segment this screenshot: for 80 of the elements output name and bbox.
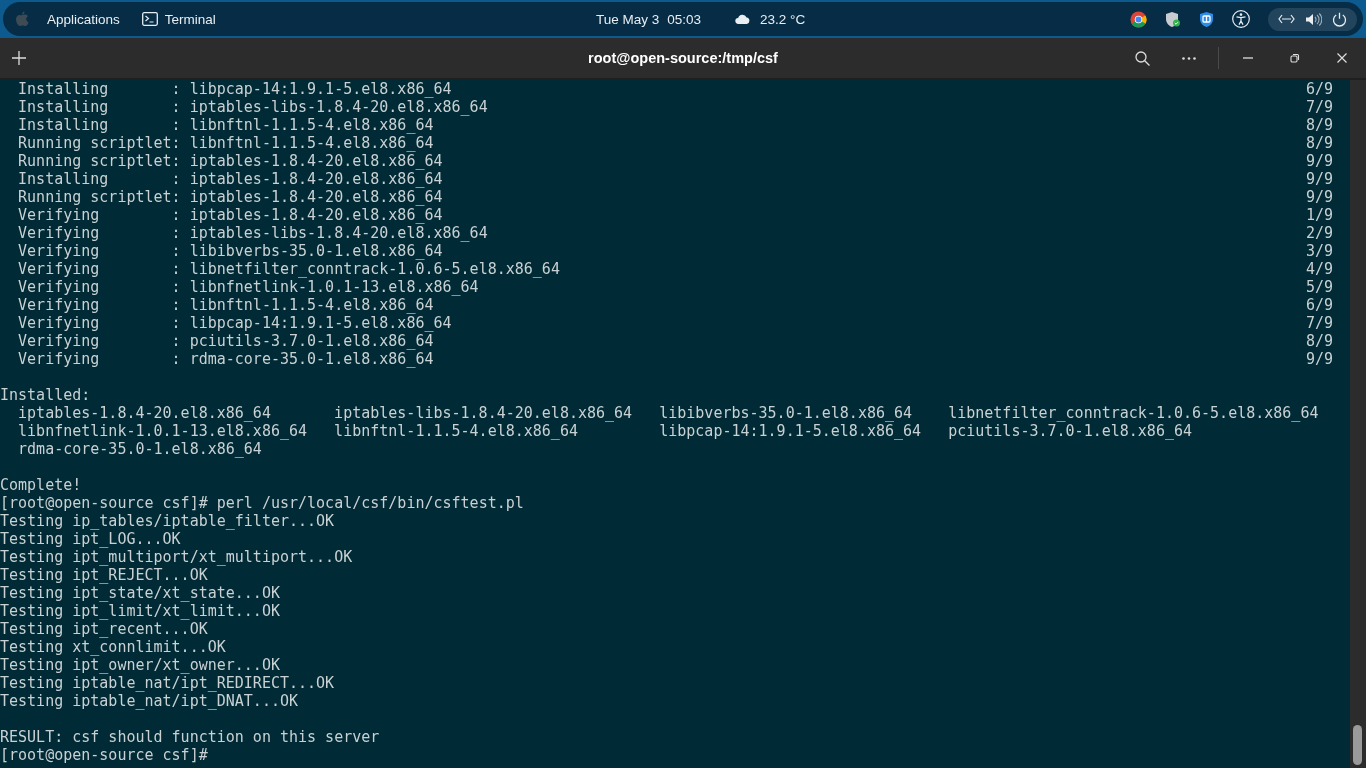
transaction-line: Verifying : iptables-libs-1.8.4-20.el8.x86_64: [17, 224, 488, 242]
package-name: libnetfilter_conntrack-1.0.6-5.el8.x86_64: [948, 404, 1319, 422]
package-name: libibverbs-35.0-1.el8.x86_64: [659, 404, 914, 422]
search-icon: [1134, 50, 1150, 66]
step-counter: 3/9: [1305, 242, 1333, 260]
transaction-line: Installing : libnftnl-1.1.5-4.el8.x86_64: [17, 116, 434, 134]
output-line: Testing ipt_REJECT...OK: [0, 566, 208, 584]
browser-icon[interactable]: [1130, 10, 1147, 28]
step-counter: 8/9: [1305, 116, 1333, 134]
volume-icon: [1305, 12, 1322, 26]
step-counter: 2/9: [1305, 224, 1333, 242]
step-counter: 4/9: [1305, 260, 1333, 278]
step-counter: 6/9: [1305, 296, 1333, 314]
output-line: Testing ipt_limit/xt_limit...OK: [0, 602, 280, 620]
step-counter: 9/9: [1305, 188, 1333, 206]
window-title: root@open-source:/tmp/csf: [588, 50, 778, 66]
cloud-icon: [735, 14, 751, 24]
output-line: Testing ipt_multiport/xt_multiport...OK: [0, 548, 353, 566]
transaction-line: Installing : iptables-libs-1.8.4-20.el8.x86_64: [17, 98, 488, 116]
restore-icon: [1290, 53, 1300, 63]
transaction-line: Verifying : rdma-core-35.0-1.el8.x86_64: [17, 350, 434, 368]
close-icon: [1337, 53, 1347, 63]
output-line: RESULT: csf should function on this server: [0, 728, 380, 746]
step-counter: 9/9: [1305, 170, 1333, 188]
package-name: iptables-1.8.4-20.el8.x86_64: [18, 404, 272, 422]
accessibility-icon[interactable]: [1232, 10, 1250, 28]
transaction-line: Verifying : pciutils-3.7.0-1.el8.x86_64: [17, 332, 434, 350]
output-line: Testing xt_connlimit...OK: [0, 638, 226, 656]
app-name[interactable]: Terminal: [164, 11, 216, 27]
terminal-icon: [141, 12, 158, 26]
package-name: iptables-libs-1.8.4-20.el8.x86_64: [334, 404, 634, 422]
system-menu-button[interactable]: [1268, 7, 1357, 31]
step-counter: 1/9: [1305, 206, 1333, 224]
transaction-line: Running scriptlet: iptables-1.8.4-20.el8.x86_64: [17, 188, 443, 206]
package-name: pciutils-3.7.0-1.el8.x86_64: [948, 422, 1194, 440]
step-counter: 6/9: [1305, 80, 1333, 98]
package-name: libnftnl-1.1.5-4.el8.x86_64: [334, 422, 579, 440]
transaction-line: Running scriptlet: libnftnl-1.1.5-4.el8.x86_64: [17, 134, 434, 152]
step-counter: 7/9: [1305, 98, 1333, 116]
transaction-line: Verifying : libpcap-14:1.9.1-5.el8.x86_64: [17, 314, 452, 332]
transaction-line: Running scriptlet: iptables-1.8.4-20.el8.x86_64: [17, 152, 443, 170]
ellipsis-icon: [1182, 56, 1196, 60]
shield-check-icon[interactable]: [1165, 10, 1181, 28]
clock-date[interactable]: Tue May 3: [596, 11, 660, 27]
applications-menu[interactable]: Applications: [47, 11, 120, 27]
step-counter: 5/9: [1305, 278, 1333, 296]
transaction-line: Verifying : iptables-1.8.4-20.el8.x86_64: [17, 206, 443, 224]
transaction-line: Verifying : libnfnetlink-1.0.1-13.el8.x86_64: [17, 278, 479, 296]
transaction-line: Installing : iptables-1.8.4-20.el8.x86_64: [17, 170, 443, 188]
network-icon: [1278, 14, 1295, 24]
step-counter: 8/9: [1305, 332, 1333, 350]
transaction-line: Installing : libpcap-14:1.9.1-5.el8.x86_64: [17, 80, 452, 98]
step-counter: 9/9: [1305, 152, 1333, 170]
shield-icon[interactable]: [1199, 10, 1214, 28]
output-line: Testing ipt_recent...OK: [0, 620, 208, 638]
transaction-line: Verifying : libnftnl-1.1.5-4.el8.x86_64: [17, 296, 434, 314]
weather-temperature[interactable]: 23.2 °C: [760, 11, 806, 27]
plus-icon: [12, 51, 26, 65]
step-counter: 7/9: [1305, 314, 1333, 332]
scrollbar-thumb[interactable]: [1353, 725, 1362, 765]
output-line: Testing ipt_state/xt_state...OK: [0, 584, 280, 602]
output-line: Testing ipt_owner/xt_owner...OK: [0, 656, 280, 674]
transaction-line: Verifying : libibverbs-35.0-1.el8.x86_64: [17, 242, 443, 260]
step-counter: 8/9: [1305, 134, 1333, 152]
transaction-line: Verifying : libnetfilter_conntrack-1.0.6-5.el8.x86_64: [17, 260, 560, 278]
output-line: [root@open-source csf]# perl /usr/local/csf/bin/csftest.pl: [0, 494, 524, 512]
output-line: Testing ip_tables/iptable_filter...OK: [0, 512, 335, 530]
output-line: Complete!: [0, 476, 82, 494]
clock-time[interactable]: 05:03: [667, 11, 702, 27]
output-line: Testing iptable_nat/ipt_DNAT...OK: [0, 692, 298, 710]
minimize-icon: [1243, 57, 1253, 59]
output-line: Testing ipt_LOG...OK: [0, 530, 181, 548]
power-icon: [1332, 11, 1347, 27]
section-heading: Installed:: [0, 386, 91, 404]
package-name: libnfnetlink-1.0.1-13.el8.x86_64: [18, 422, 309, 440]
step-counter: 9/9: [1305, 350, 1333, 368]
output-line: [root@open-source csf]#: [0, 746, 208, 764]
package-name: libpcap-14:1.9.1-5.el8.x86_64: [659, 422, 923, 440]
package-name: rdma-core-35.0-1.el8.x86_64: [18, 440, 263, 458]
output-line: Testing iptable_nat/ipt_REDIRECT...OK: [0, 674, 335, 692]
